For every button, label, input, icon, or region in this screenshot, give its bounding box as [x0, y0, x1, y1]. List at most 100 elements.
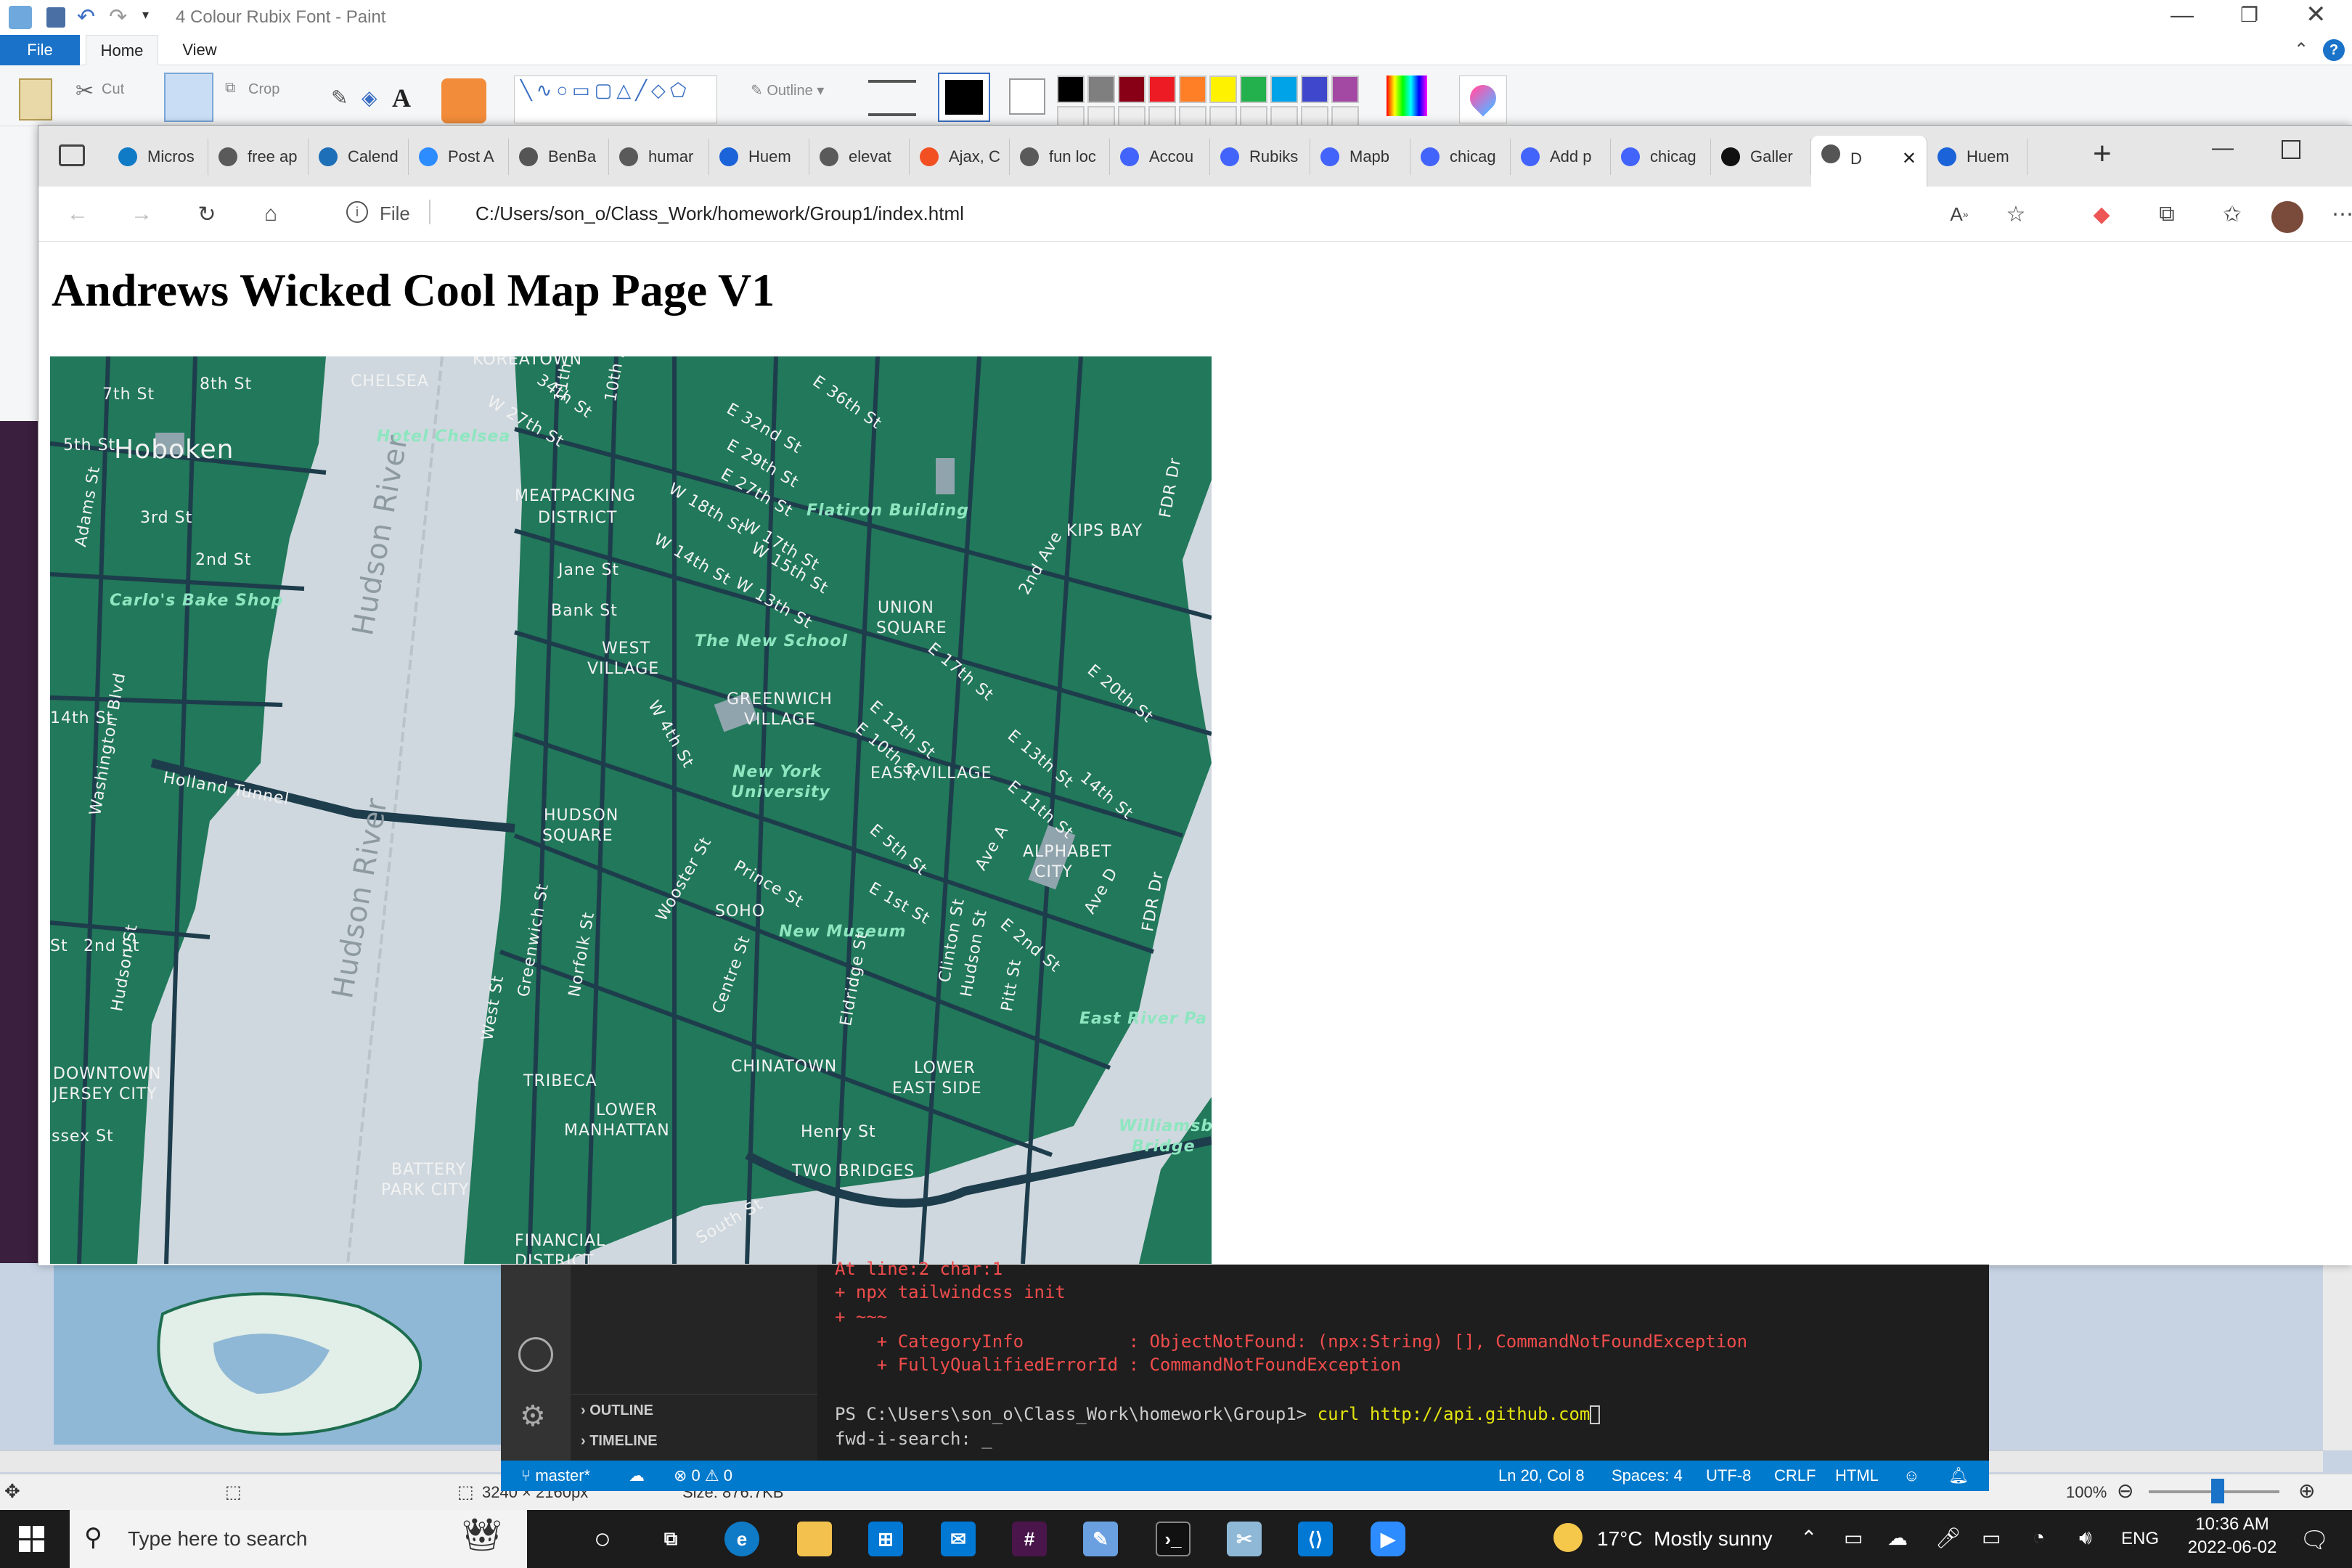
pencil-icon[interactable]: ✎ [331, 86, 348, 110]
crop-label[interactable]: Crop [248, 81, 279, 98]
brushes-icon[interactable] [441, 78, 486, 123]
notifications-icon[interactable]: 🔔︎ [1948, 1466, 1969, 1485]
profile-avatar[interactable] [2271, 201, 2303, 233]
shapes-gallery[interactable]: ╲∿○▭▢△╱◇⬠ [514, 75, 717, 123]
paste-icon[interactable] [19, 78, 52, 121]
weather-text[interactable]: 17°C Mostly sunny [1597, 1527, 1773, 1551]
browser-tab[interactable]: Galler [1711, 139, 1811, 175]
browser-tab[interactable]: chicag [1410, 139, 1511, 175]
file-explorer-icon[interactable] [797, 1522, 832, 1556]
text-tool-icon[interactable]: A [392, 83, 411, 113]
show-hidden-icons[interactable]: ⌃ [1800, 1526, 1817, 1550]
back-button[interactable]: ← [60, 197, 95, 232]
tab-file[interactable]: File [0, 35, 80, 65]
browser-tab[interactable]: elevat [809, 139, 910, 175]
tab-view[interactable]: View [167, 35, 232, 65]
home-button[interactable]: ⌂ [253, 197, 288, 232]
browser-tab-active[interactable]: D ✕ [1811, 136, 1927, 187]
cortana-icon[interactable]: ○ [585, 1522, 620, 1556]
palette-swatch[interactable] [1087, 75, 1115, 103]
battery-icon[interactable]: ▭ [1982, 1526, 2001, 1550]
palette-swatch[interactable] [1148, 75, 1176, 103]
info-icon[interactable]: i [346, 201, 368, 223]
indentation[interactable]: Spaces: 4 [1612, 1466, 1683, 1485]
browser-tab[interactable]: Huem [1927, 139, 2028, 175]
palette-swatch[interactable] [1179, 75, 1206, 103]
undo-icon[interactable]: ↶ [77, 4, 95, 30]
palette-swatch[interactable] [1331, 75, 1359, 103]
forward-button[interactable]: → [124, 197, 159, 232]
timeline-section[interactable]: › TIMELINE [581, 1433, 658, 1450]
onedrive-icon[interactable]: ☁ [1887, 1526, 1908, 1550]
address-bar[interactable]: i File C:/Users/son_o/Class_Work/homewor… [314, 192, 2071, 236]
favorites-icon[interactable]: ✩ [2215, 197, 2250, 232]
map-container[interactable]: KOREATOWN 34th St E 36th St CHELSEA W 27th S… [50, 356, 1212, 1264]
slack-icon[interactable]: # [1012, 1522, 1047, 1556]
sync-icon[interactable]: ☁ [629, 1466, 645, 1485]
search-highlight-icon[interactable]: 👑︎ [462, 1516, 502, 1553]
outline-dropdown[interactable]: ✎ Outline ▾ [751, 81, 824, 99]
encoding[interactable]: UTF-8 [1706, 1466, 1751, 1485]
problems-indicator[interactable]: ⊗ 0 ⚠ 0 [674, 1466, 732, 1485]
new-tab-button[interactable]: + [2093, 136, 2112, 172]
browser-tab[interactable]: Micros [108, 139, 208, 175]
browser-tab[interactable]: Post A [409, 139, 509, 175]
taskbar-search-box[interactable]: ⚲ Type here to search 👑︎ [70, 1510, 527, 1568]
palette-swatch[interactable] [1209, 75, 1237, 103]
browser-maximize-button[interactable] [2282, 140, 2300, 159]
cut-icon[interactable]: ✂ [75, 78, 94, 104]
browser-tab[interactable]: Calend [309, 139, 409, 175]
language-mode[interactable]: HTML [1835, 1466, 1879, 1485]
extension-icon[interactable]: ◆ [2084, 197, 2119, 232]
browser-tab[interactable]: Huem [709, 139, 809, 175]
manage-gear-icon[interactable]: ⚙ [520, 1400, 546, 1433]
tab-home[interactable]: Home [86, 35, 158, 65]
help-icon[interactable]: ? [2323, 39, 2345, 61]
cursor-position[interactable]: Ln 20, Col 8 [1498, 1466, 1585, 1485]
wifi-icon[interactable]: ◔ [2033, 1526, 2045, 1549]
palette-swatch[interactable] [1270, 75, 1298, 103]
palette-swatch[interactable] [1240, 75, 1267, 103]
palette-swatch[interactable] [1057, 75, 1085, 103]
weather-icon[interactable] [1553, 1523, 1583, 1552]
add-favorite-icon[interactable]: ☆ [1998, 197, 2033, 232]
browser-tab[interactable]: Mapb [1310, 139, 1410, 175]
paint-vertical-scrollbar[interactable] [2323, 1265, 2352, 1450]
refresh-button[interactable]: ↻ [189, 197, 224, 232]
collapse-ribbon-icon[interactable]: ⌃ [2294, 39, 2308, 60]
line-endings[interactable]: CRLF [1774, 1466, 1816, 1485]
browser-tab[interactable]: Add p [1511, 139, 1611, 175]
git-branch[interactable]: ⑂ master* [521, 1466, 590, 1485]
zoom-taskbar-icon[interactable]: ▶ [1371, 1522, 1405, 1556]
snip-sketch-icon[interactable]: ✂ [1227, 1522, 1262, 1556]
terminal-taskbar-icon[interactable]: ›_ [1156, 1522, 1191, 1556]
zoom-slider-thumb[interactable] [2211, 1479, 2224, 1503]
display-icon[interactable]: ▭ [1844, 1526, 1863, 1550]
size-icon[interactable] [868, 80, 916, 116]
browser-tab[interactable]: BenBa [509, 139, 609, 175]
select-button[interactable] [164, 73, 213, 122]
browser-tab[interactable]: fun loc [1010, 139, 1110, 175]
color2-selector[interactable] [1009, 78, 1045, 115]
browser-tab[interactable]: chicag [1611, 139, 1711, 175]
redo-icon[interactable]: ↷ [109, 4, 127, 30]
minimize-button[interactable]: — [2171, 1, 2194, 28]
settings-menu-icon[interactable]: ⋯ [2325, 197, 2352, 232]
close-tab-icon[interactable]: ✕ [1902, 136, 1916, 182]
color1-selector[interactable] [938, 73, 990, 122]
paint-3d-icon[interactable] [1459, 75, 1507, 123]
save-icon[interactable] [46, 7, 65, 28]
zoom-in-button[interactable]: ⊕ [2298, 1479, 2315, 1503]
extensions-icon[interactable]: ⧉ [2149, 197, 2184, 232]
microsoft-store-icon[interactable]: ⊞ [868, 1522, 903, 1556]
edge-taskbar-icon[interactable]: e [724, 1522, 759, 1556]
fill-icon[interactable]: ◈ [362, 86, 377, 110]
cut-label[interactable]: Cut [102, 81, 124, 98]
clock[interactable]: 10:36 AM 2022-06-02 [2185, 1514, 2279, 1558]
restore-button[interactable]: ❐ [2240, 3, 2258, 27]
browser-minimize-button[interactable]: — [2212, 136, 2234, 160]
input-language[interactable]: ENG [2121, 1529, 2159, 1549]
paint-taskbar-icon[interactable]: ✎ [1083, 1522, 1118, 1556]
browser-tab[interactable]: free ap [208, 139, 309, 175]
task-view-icon[interactable]: ⧉ [653, 1522, 688, 1556]
